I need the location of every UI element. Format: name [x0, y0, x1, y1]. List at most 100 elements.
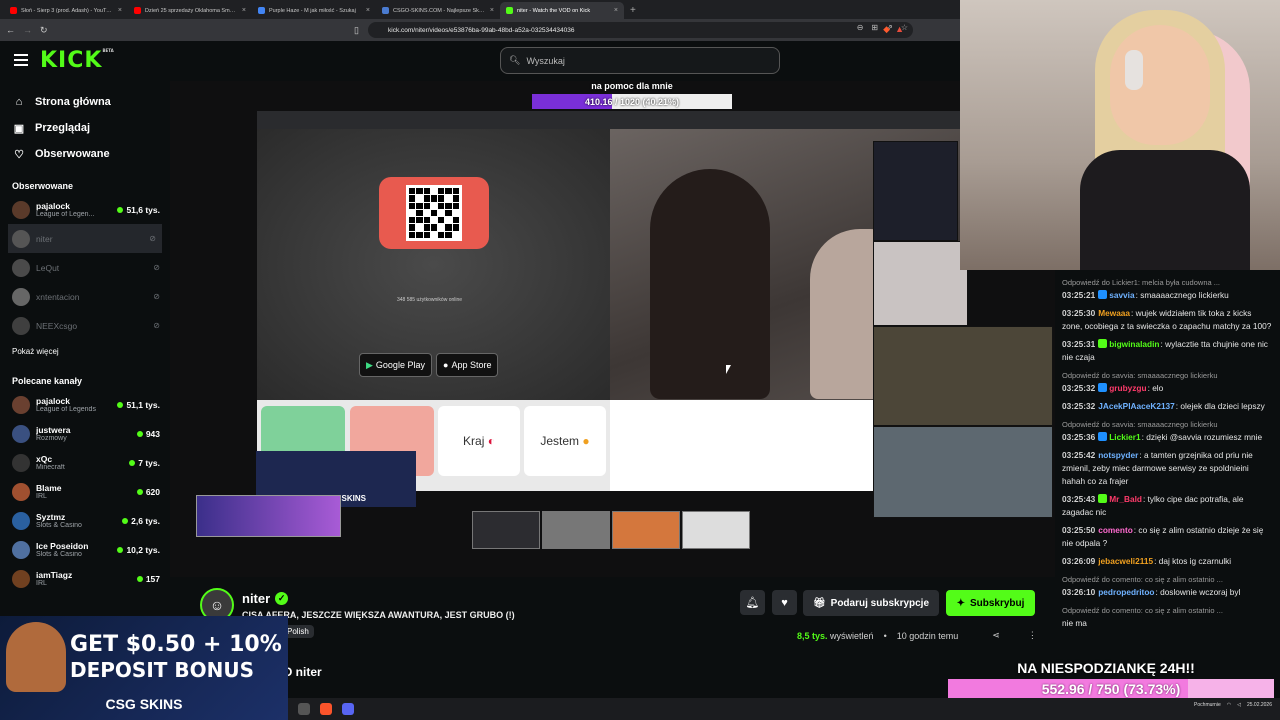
- qr-cell: [416, 224, 423, 231]
- subscribe-button[interactable]: ✦ Subskrybuj: [946, 590, 1035, 616]
- bookmark-icon[interactable]: ▯: [354, 25, 359, 36]
- thumbnail: [682, 511, 750, 549]
- brave-taskbar-icon[interactable]: [320, 703, 332, 715]
- qr-cell: [423, 202, 430, 209]
- channel-item[interactable]: Blame IRL 620: [0, 477, 170, 506]
- warning-icon[interactable]: ▲: [895, 24, 904, 34]
- chat-username[interactable]: JAcekPlAaceK2137: [1098, 401, 1175, 411]
- qr-cell: [409, 188, 416, 195]
- channel-item[interactable]: xQc Minecraft 7 tys.: [0, 448, 170, 477]
- nav-item[interactable]: ▣ Przeglądaj: [0, 115, 170, 141]
- beta-label: BETA: [102, 48, 114, 53]
- kick-logo[interactable]: KICKBETA: [40, 48, 114, 73]
- qr-cell: [430, 209, 438, 217]
- translate-icon[interactable]: ⊞: [871, 23, 878, 32]
- chat-time: 03:25:32: [1062, 383, 1096, 393]
- search-input[interactable]: 🔍︎ Wyszukaj: [500, 47, 780, 74]
- qr-cell: [438, 231, 445, 238]
- browser-tab[interactable]: Purple Haze - M jak miłość - Szukaj ×: [252, 2, 376, 19]
- chat-time: 03:25:43: [1062, 494, 1096, 504]
- channel-item[interactable]: Ice Poseidon Slots & Casino 10,2 tys.: [0, 535, 170, 564]
- chat-username[interactable]: savvia: [1109, 290, 1134, 300]
- live-dot-icon: [117, 401, 124, 408]
- tab-close-icon[interactable]: ×: [614, 7, 618, 14]
- viewer-count: 51,6 tys.: [117, 205, 160, 215]
- chat-username[interactable]: pedropedritoo: [1098, 587, 1154, 597]
- qr-cell: [409, 195, 416, 202]
- forward-icon[interactable]: →: [23, 25, 32, 35]
- video-player[interactable]: 348 585 użytkowników online ▶ Google Pla…: [170, 81, 1055, 577]
- qr-cell: [423, 231, 430, 238]
- back-icon[interactable]: ←: [6, 25, 15, 35]
- reload-icon[interactable]: ↻: [40, 25, 48, 36]
- chat-message: 03:25:50 comento: co się z alim ostatnio …: [1062, 524, 1272, 550]
- avatar: [12, 511, 30, 530]
- site-header: KICKBETA 🔍︎ Wyszukaj: [0, 41, 1055, 81]
- chat-time: 03:25:30: [1062, 308, 1096, 318]
- channel-info-text: xQc Minecraft: [36, 454, 123, 471]
- chat-username[interactable]: Mewaaa: [1098, 308, 1130, 318]
- browser-tab[interactable]: Słoń - Sierp 3 (prod. Adash) - YouTube ×: [4, 2, 128, 19]
- channel-item[interactable]: niter ⊘: [8, 224, 162, 253]
- qr-cell: [416, 202, 423, 209]
- chat-panel: Odpowiedź do Lickier1: melcia była cudow…: [1062, 276, 1272, 696]
- browser-tab[interactable]: CSGO-SKINS.COM - Najlepsze Skrzynki ×: [376, 2, 500, 19]
- time-ago: 10 godzin temu: [896, 630, 959, 641]
- zoom-icon[interactable]: ⊖: [857, 23, 864, 32]
- channel-item[interactable]: pajalock League of Legen... 51,6 tys.: [0, 195, 170, 224]
- tab-close-icon[interactable]: ×: [366, 7, 370, 14]
- nav-item[interactable]: ⌂ Strona główna: [0, 89, 170, 115]
- channel-item[interactable]: xntentacion ⊘: [0, 282, 170, 311]
- tab-title: Dzień 25 sprzedaży Oklahoma Smash: [145, 7, 238, 14]
- show-more-link[interactable]: Pokaż więcej: [0, 340, 170, 362]
- chat-username[interactable]: Lickier1: [1109, 432, 1140, 442]
- channel-item[interactable]: Syztmz Slots & Casino 2,6 tys.: [0, 506, 170, 535]
- qr-cell: [423, 217, 430, 224]
- chat-username[interactable]: bigwinaladin: [1109, 339, 1159, 349]
- chat-username[interactable]: notspyder: [1098, 450, 1138, 460]
- nav-item[interactable]: ♡ Obserwowane: [0, 141, 170, 167]
- qr-cell: [416, 217, 423, 224]
- chat-username[interactable]: Mr_Bald: [1109, 494, 1142, 504]
- taskbar-app-icon[interactable]: [298, 703, 310, 715]
- star-sparkle-icon: ✦: [956, 597, 965, 609]
- chat-username[interactable]: jebacweli2115: [1098, 556, 1153, 566]
- chat-username[interactable]: grubyzgu: [1109, 383, 1146, 393]
- chat-message: 03:25:30 Mewaaa: wujek widziałem tik toka…: [1062, 307, 1272, 333]
- channel-item[interactable]: justwera Rozmowy 943: [0, 419, 170, 448]
- qr-cell: [438, 224, 445, 231]
- gift-subs-button[interactable]: 🎁︎ Podaruj subskrypcje: [803, 590, 939, 616]
- viewer-count: 7 tys.: [129, 458, 160, 468]
- more-options-icon[interactable]: ⋮: [1028, 630, 1037, 641]
- channel-name-row: niter ✓: [242, 591, 289, 606]
- live-dot-icon: [117, 206, 124, 213]
- discord-taskbar-icon[interactable]: [342, 703, 354, 715]
- browser-tab[interactable]: niter - Watch the VOD on Kick ×: [500, 2, 624, 19]
- viewer-count-text: 51,1 tys.: [126, 399, 160, 410]
- channel-name[interactable]: niter: [242, 591, 270, 606]
- tab-title: CSGO-SKINS.COM - Najlepsze Skrzynki: [393, 7, 486, 14]
- url-bar[interactable]: kick.com/niter/videos/e53876ba-99ab-48bd…: [368, 22, 913, 38]
- notification-button[interactable]: 🔔︎: [740, 590, 765, 615]
- browser-tab[interactable]: Dzień 25 sprzedaży Oklahoma Smash ×: [128, 2, 252, 19]
- tab-favicon-icon: [506, 7, 513, 14]
- qr-cell: [438, 202, 445, 209]
- new-tab-button[interactable]: +: [624, 5, 642, 19]
- menu-icon[interactable]: [14, 54, 28, 66]
- follow-button[interactable]: ♥: [772, 590, 797, 615]
- channel-name: LeQut: [36, 262, 60, 273]
- chat-message: 03:25:43 Mr_Bald: tylko cipe dac potrafia…: [1062, 493, 1272, 519]
- channel-item[interactable]: LeQut ⊘: [0, 253, 170, 282]
- qr-cell: [416, 188, 423, 195]
- channel-item[interactable]: NEEXcsgo ⊘: [0, 311, 170, 340]
- chat-username[interactable]: comento: [1098, 525, 1133, 535]
- channel-item[interactable]: iamTiagz IRL 157: [0, 564, 170, 593]
- share-icon[interactable]: ⋖: [992, 630, 1000, 641]
- tab-close-icon[interactable]: ×: [118, 7, 122, 14]
- avatar: [12, 540, 30, 559]
- channel-item[interactable]: pajalock League of Legends 51,1 tys.: [0, 390, 170, 419]
- tab-close-icon[interactable]: ×: [242, 7, 246, 14]
- brave-icon[interactable]: ◆: [883, 24, 890, 35]
- tab-close-icon[interactable]: ×: [490, 7, 494, 14]
- promo-line-2: DEPOSIT BONUS: [70, 658, 255, 682]
